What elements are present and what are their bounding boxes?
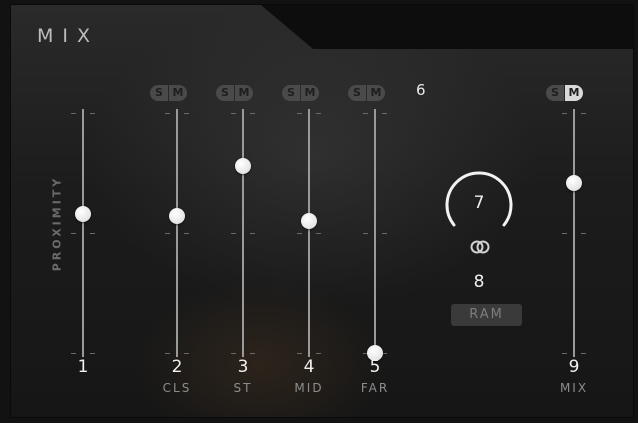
fader-cls[interactable]: [165, 109, 189, 357]
sm-group-cls: S M: [150, 85, 187, 103]
channel-label-mix: MIX: [559, 381, 589, 395]
channel-label-cls: CLS: [162, 381, 192, 395]
channel-number: 3: [237, 357, 249, 377]
sm-group-mix: S M: [546, 85, 583, 103]
mute-button-cls[interactable]: M: [169, 85, 187, 101]
width-knob[interactable]: 7: [439, 167, 519, 239]
fader-thumb[interactable]: [301, 213, 317, 229]
fader-thumb[interactable]: [566, 174, 582, 191]
mix-panel: MIX PROXIMITY S M S M S M S M 6 S M 1 2 …: [10, 4, 634, 418]
ram-number: 8: [473, 272, 485, 292]
solo-button-mix[interactable]: S: [546, 85, 564, 101]
fader-thumb[interactable]: [169, 208, 185, 225]
channel-number: 5: [369, 357, 381, 377]
sm-group-number: 6: [416, 81, 426, 99]
sm-group-mid: S M: [282, 85, 319, 103]
header-strip: [261, 5, 633, 49]
fader-far[interactable]: [363, 109, 387, 361]
sm-group-far: S M: [348, 85, 385, 103]
ram-button[interactable]: RAM: [451, 304, 522, 326]
panel-title: MIX: [37, 25, 100, 47]
mute-button-st[interactable]: M: [235, 85, 253, 101]
mute-button-far[interactable]: M: [367, 85, 385, 101]
mute-button-mix[interactable]: M: [565, 85, 583, 101]
fader-st[interactable]: [231, 109, 255, 357]
solo-button-st[interactable]: S: [216, 85, 234, 101]
channel-number: 1: [77, 357, 89, 377]
channel-label-far: FAR: [360, 381, 390, 395]
sm-group-st: S M: [216, 85, 253, 103]
fader-mix[interactable]: [562, 109, 586, 357]
proximity-label: PROXIMITY: [50, 175, 64, 272]
fader-thumb[interactable]: [75, 205, 91, 222]
fader-proximity[interactable]: [71, 109, 95, 357]
solo-button-mid[interactable]: S: [282, 85, 300, 101]
channel-number: 4: [303, 357, 315, 377]
mute-button-mid[interactable]: M: [301, 85, 319, 101]
knob-value: 7: [473, 193, 485, 213]
channel-label-st: ST: [233, 381, 253, 395]
fader-mid[interactable]: [297, 109, 321, 357]
channel-number: 9: [568, 357, 580, 377]
fader-thumb[interactable]: [235, 157, 251, 174]
solo-button-cls[interactable]: S: [150, 85, 168, 101]
channel-number: 2: [171, 357, 183, 377]
solo-button-far[interactable]: S: [348, 85, 366, 101]
channel-label-mid: MID: [294, 381, 324, 395]
link-rings-icon[interactable]: [469, 239, 491, 254]
